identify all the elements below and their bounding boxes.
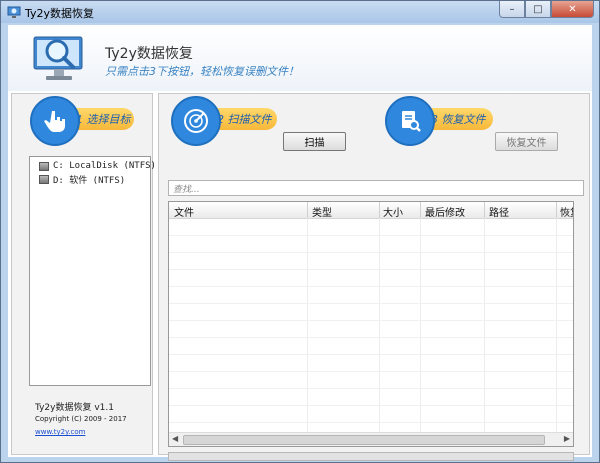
- drive-item[interactable]: C: LocalDisk (NTFS): [33, 159, 156, 173]
- radar-scan-icon: [171, 96, 221, 146]
- column-type[interactable]: 类型: [312, 204, 332, 219]
- table-header: 文件 类型 大小 最后修改 路径 恢复: [169, 202, 573, 219]
- column-modified[interactable]: 最后修改: [425, 204, 465, 219]
- grid-line: [556, 218, 557, 432]
- magnifier-monitor-icon: [33, 36, 83, 80]
- grid-row-line: [169, 405, 573, 406]
- files-panel: 2 扫描文件 扫描 3 恢复文件 恢复文件 查找... 文件 类型 大小 最后修…: [158, 93, 590, 461]
- column-recover[interactable]: 恢复: [560, 204, 573, 219]
- hand-pointer-icon: [30, 96, 80, 146]
- close-button[interactable]: ✕: [551, 1, 594, 18]
- grid-row-line: [169, 286, 573, 287]
- tagline: 只需点击3下按钮，轻松恢复误删文件！: [105, 65, 299, 78]
- document-search-icon: [385, 96, 435, 146]
- grid-row-line: [169, 371, 573, 372]
- title-bar[interactable]: Ty2y数据恢复 – □ ✕: [1, 1, 599, 23]
- drive-label: D: 软件 (NTFS): [53, 175, 126, 186]
- header: Ty2y数据恢复 只需点击3下按钮，轻松恢复误删文件！: [8, 25, 592, 91]
- grid-row-line: [169, 388, 573, 389]
- column-divider[interactable]: [379, 202, 380, 218]
- grid-row-line: [169, 422, 573, 423]
- column-divider[interactable]: [307, 202, 308, 218]
- search-input[interactable]: 查找...: [168, 180, 584, 196]
- scan-progress-bar: [168, 452, 574, 461]
- app-name: Ty2y数据恢复: [105, 46, 193, 62]
- app-icon: [7, 6, 21, 18]
- window-controls: – □ ✕: [499, 1, 594, 19]
- column-divider[interactable]: [484, 202, 485, 218]
- hard-drive-icon: [39, 174, 49, 184]
- column-divider[interactable]: [420, 202, 421, 218]
- grid-row-line: [169, 269, 573, 270]
- client-area: Ty2y数据恢复 只需点击3下按钮，轻松恢复误删文件！ 1 选择目标 C: Lo…: [8, 25, 592, 461]
- recover-files-button[interactable]: 恢复文件: [495, 132, 558, 151]
- horizontal-scrollbar[interactable]: ◀ ▶: [169, 432, 573, 446]
- website-link[interactable]: www.ty2y.com: [35, 428, 85, 436]
- copyright-text: Copyright (C) 2009 - 2017: [35, 415, 127, 423]
- target-panel: 1 选择目标 C: LocalDisk (NTFS) D: 软件 (NTFS) …: [11, 93, 156, 455]
- grid-line: [484, 218, 485, 432]
- maximize-button[interactable]: □: [525, 1, 551, 18]
- column-file[interactable]: 文件: [174, 204, 194, 219]
- drive-item[interactable]: D: 软件 (NTFS): [33, 172, 125, 186]
- grid-row-line: [169, 303, 573, 304]
- drive-tree[interactable]: C: LocalDisk (NTFS) D: 软件 (NTFS): [29, 156, 156, 386]
- version-text: Ty2y数据恢复 v1.1: [35, 403, 114, 413]
- file-table[interactable]: 文件 类型 大小 最后修改 路径 恢复: [168, 201, 574, 447]
- grid-row-line: [169, 337, 573, 338]
- grid-line: [379, 218, 380, 432]
- column-divider[interactable]: [556, 202, 557, 218]
- minimize-button[interactable]: –: [499, 1, 525, 18]
- scan-button[interactable]: 扫描: [283, 132, 346, 151]
- grid-line: [307, 218, 308, 432]
- scroll-left-icon[interactable]: ◀: [172, 434, 178, 443]
- grid-row-line: [169, 354, 573, 355]
- scroll-right-icon[interactable]: ▶: [564, 434, 570, 443]
- grid-row-line: [169, 320, 573, 321]
- app-window: Ty2y数据恢复 – □ ✕ Ty2y数据恢复 只需点击3下按钮，轻松恢复误删文…: [0, 0, 600, 463]
- scrollbar-thumb[interactable]: [183, 435, 545, 445]
- hard-drive-icon: [39, 161, 49, 171]
- column-size[interactable]: 大小: [383, 204, 403, 219]
- window-title: Ty2y数据恢复: [25, 7, 95, 20]
- grid-row-line: [169, 252, 573, 253]
- column-path[interactable]: 路径: [489, 204, 509, 219]
- grid-row-line: [169, 235, 573, 236]
- drive-label: C: LocalDisk (NTFS): [53, 161, 156, 171]
- grid-line: [420, 218, 421, 432]
